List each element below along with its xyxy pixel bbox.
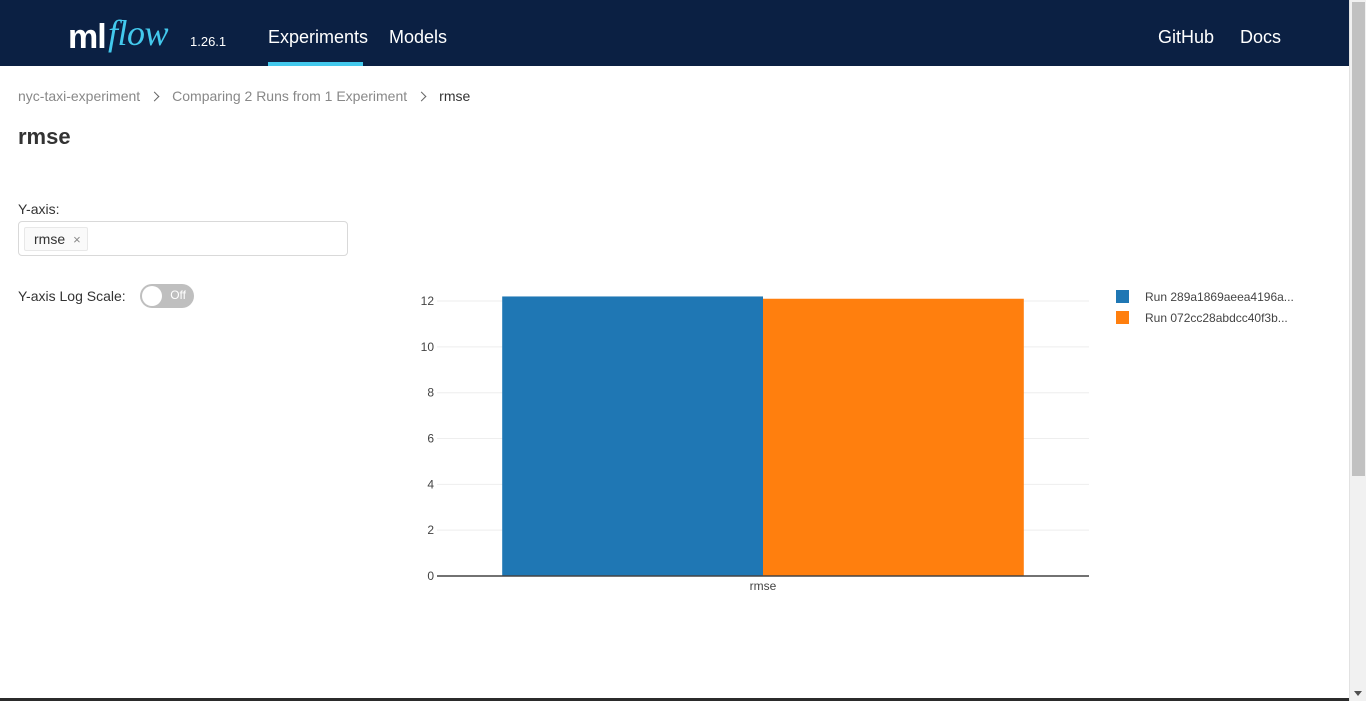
log-scale-label: Y-axis Log Scale: [18,288,126,304]
bar[interactable] [763,298,1024,576]
close-icon[interactable]: × [73,232,81,247]
logo-ml-text: ml [68,18,107,56]
y-tick-label: 6 [427,432,434,446]
y-tick-label: 2 [427,523,434,537]
breadcrumb-current-metric: rmse [439,88,471,104]
nav-models[interactable]: Models [389,0,447,66]
vertical-scrollbar[interactable] [1349,0,1366,701]
toggle-knob [142,286,162,306]
nav-docs[interactable]: Docs [1240,0,1281,66]
toggle-state-label: Off [170,288,186,302]
scroll-down-arrow-icon[interactable] [1354,691,1362,696]
legend-item[interactable]: Run 072cc28abdcc40f3b... [1116,307,1294,328]
yaxis-metric-select[interactable]: rmse × [18,221,348,256]
nav-experiments[interactable]: Experiments [268,0,368,66]
breadcrumb: nyc-taxi-experiment Comparing 2 Runs fro… [18,88,470,104]
selected-metric-label: rmse [34,231,66,247]
legend-label: Run 072cc28abdcc40f3b... [1145,310,1288,325]
y-tick-label: 4 [427,477,434,491]
yaxis-label: Y-axis: [18,201,60,217]
chevron-right-icon [149,91,160,101]
metric-bar-chart[interactable]: 0 2 4 6 8 10 12 rmse [400,270,1100,610]
logo-flow-text: flow [108,13,169,53]
chevron-right-icon [416,91,427,101]
y-tick-label: 12 [421,294,435,308]
selected-metric-tag: rmse × [24,227,88,251]
bar[interactable] [502,296,763,576]
y-tick-label: 0 [427,569,434,583]
version-label: 1.26.1 [190,34,227,49]
x-tick-label: rmse [750,579,777,593]
y-tick-label: 10 [421,340,435,354]
nav-github[interactable]: GitHub [1158,0,1214,66]
y-tick-label: 8 [427,386,434,400]
top-nav-bar: ml flow 1.26.1 Experiments Models GitHub… [0,0,1349,66]
breadcrumb-experiment-link[interactable]: nyc-taxi-experiment [18,88,140,104]
breadcrumb-compare-runs-link[interactable]: Comparing 2 Runs from 1 Experiment [172,88,407,104]
chart-legend: Run 289a1869aeea4196a... Run 072cc28abdcc… [1116,286,1294,328]
page-title: rmse [18,124,71,149]
legend-swatch [1116,311,1129,324]
log-scale-toggle[interactable]: Off [140,284,194,308]
legend-swatch [1116,290,1129,303]
legend-label: Run 289a1869aeea4196a... [1145,289,1294,304]
legend-item[interactable]: Run 289a1869aeea4196a... [1116,286,1294,307]
scrollbar-thumb[interactable] [1352,2,1365,476]
